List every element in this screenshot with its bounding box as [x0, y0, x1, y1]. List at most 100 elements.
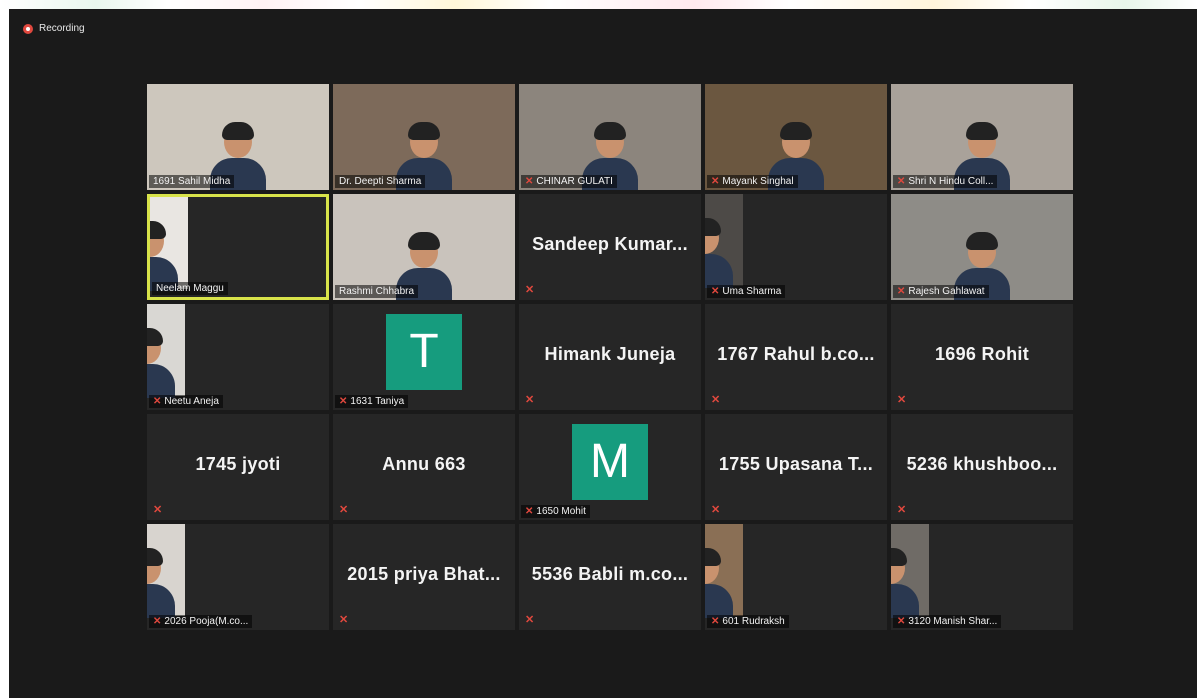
participant-name: Neetu Aneja [164, 396, 219, 407]
participant-name-tag: Neelam Maggu [152, 282, 228, 295]
person-silhouette [705, 216, 737, 288]
person-silhouette [147, 546, 179, 618]
record-icon [23, 23, 33, 34]
participant-name: Annu 663 [382, 454, 466, 474]
mic-muted-icon: ✕ [525, 176, 534, 187]
participant-name-tag: Rashmi Chhabra [335, 285, 419, 298]
mic-muted-icon: ✕ [711, 286, 720, 297]
participant-tile[interactable]: Rashmi Chhabra [333, 194, 515, 300]
participant-name-tag: ✕ Rajesh Gahlawat [893, 285, 989, 298]
participant-name: 1755 Upasana T... [718, 454, 874, 474]
participant-tile[interactable]: T ✕ 1631 Taniya [333, 304, 515, 410]
participant-name: 1745 jyoti [195, 454, 281, 474]
mic-muted-icon: ✕ [525, 284, 535, 296]
participant-name: Sandeep Kumar... [532, 234, 688, 254]
participant-name: Himank Juneja [544, 344, 676, 364]
participant-name-tag: ✕ 3120 Manish Shar... [893, 615, 1002, 628]
participant-name: CHINAR GULATI [536, 176, 613, 187]
participant-tile[interactable]: 1755 Upasana T... ✕ [705, 414, 887, 520]
person-silhouette [891, 546, 923, 618]
participant-tile[interactable]: Sandeep Kumar... ✕ [519, 194, 701, 300]
participant-tile[interactable]: ✕ 3120 Manish Shar... [891, 524, 1073, 630]
mic-muted-icon: ✕ [525, 394, 535, 406]
participant-name: Mayank Singhal [722, 176, 794, 187]
participant-tile[interactable]: 1691 Sahil Midha [147, 84, 329, 190]
mic-muted-icon: ✕ [711, 504, 721, 516]
participant-video [705, 524, 743, 618]
participant-tile[interactable]: Annu 663 ✕ [333, 414, 515, 520]
participant-tile[interactable]: M ✕ 1650 Mohit [519, 414, 701, 520]
participant-tile[interactable]: 2015 priya Bhat... ✕ [333, 524, 515, 630]
participant-name-tag: ✕ 1650 Mohit [521, 505, 590, 518]
participant-name-tag: ✕ 601 Rudraksh [707, 615, 789, 628]
mic-muted-icon: ✕ [153, 616, 162, 627]
participant-tile[interactable]: 1745 jyoti ✕ [147, 414, 329, 520]
participant-name: Neelam Maggu [156, 283, 224, 294]
mic-muted-icon: ✕ [897, 504, 907, 516]
mic-muted-icon: ✕ [525, 506, 534, 517]
mic-muted-icon: ✕ [897, 176, 906, 187]
mic-muted-icon: ✕ [339, 504, 349, 516]
recording-label: Recording [39, 23, 85, 34]
participant-tile[interactable]: ✕ 2026 Pooja(M.co... [147, 524, 329, 630]
participant-name-tag: ✕ Shri N Hindu Coll... [893, 175, 998, 188]
participant-tile[interactable]: 5236 khushboo... ✕ [891, 414, 1073, 520]
person-silhouette [147, 326, 179, 398]
mic-muted-icon: ✕ [153, 396, 162, 407]
mic-muted-icon: ✕ [711, 394, 721, 406]
participant-name: 5536 Babli m.co... [531, 564, 689, 584]
participant-name-tag: ✕ 2026 Pooja(M.co... [149, 615, 253, 628]
mic-muted-icon: ✕ [339, 614, 349, 626]
participant-name-tag: ✕ Mayank Singhal [707, 175, 798, 188]
mic-muted-icon: ✕ [897, 286, 906, 297]
participant-name: Shri N Hindu Coll... [908, 176, 994, 187]
recording-indicator[interactable]: Recording [23, 23, 85, 34]
participant-name: 1691 Sahil Midha [153, 176, 231, 187]
participant-name: 1767 Rahul b.co... [717, 344, 875, 364]
participant-tile[interactable]: ✕ Rajesh Gahlawat [891, 194, 1073, 300]
mic-muted-icon: ✕ [711, 616, 720, 627]
participant-grid: 1691 Sahil Midha Dr. Deepti Sharma ✕ CHINAR… [147, 84, 1073, 630]
mic-muted-icon: ✕ [711, 176, 720, 187]
mic-muted-icon: ✕ [897, 616, 906, 627]
participant-name: 1650 Mohit [536, 506, 586, 517]
participant-name: 601 Rudraksh [722, 616, 785, 627]
participant-tile[interactable]: Himank Juneja ✕ [519, 304, 701, 410]
mic-muted-icon: ✕ [897, 394, 907, 406]
participant-name: 3120 Manish Shar... [908, 616, 998, 627]
participant-tile[interactable]: 1696 Rohit ✕ [891, 304, 1073, 410]
participant-tile[interactable]: ✕ 601 Rudraksh [705, 524, 887, 630]
participant-tile[interactable]: ✕ Mayank Singhal [705, 84, 887, 190]
person-silhouette [150, 219, 182, 291]
participant-name: Uma Sharma [722, 286, 782, 297]
participant-name: Dr. Deepti Sharma [339, 176, 422, 187]
participant-name: 5236 khushboo... [906, 454, 1058, 474]
participant-video [150, 197, 188, 291]
participant-video [705, 194, 743, 288]
participant-tile[interactable]: 1767 Rahul b.co... ✕ [705, 304, 887, 410]
participant-name-tag: 1691 Sahil Midha [149, 175, 235, 188]
participant-name-tag: ✕ Uma Sharma [707, 285, 786, 298]
participant-tile[interactable]: ✕ CHINAR GULATI [519, 84, 701, 190]
meeting-window: Recording 1691 Sahil Midha Dr. Deepti Sha… [9, 9, 1197, 698]
participant-tile[interactable]: 5536 Babli m.co... ✕ [519, 524, 701, 630]
participant-tile[interactable]: ✕ Shri N Hindu Coll... [891, 84, 1073, 190]
avatar-letter: M [572, 424, 648, 500]
participant-tile[interactable]: Neelam Maggu [147, 194, 329, 300]
participant-name: Rajesh Gahlawat [908, 286, 985, 297]
participant-name-tag: Dr. Deepti Sharma [335, 175, 426, 188]
mic-muted-icon: ✕ [339, 396, 348, 407]
avatar-letter: T [386, 314, 462, 390]
participant-tile[interactable]: ✕ Neetu Aneja [147, 304, 329, 410]
participant-video [147, 524, 185, 618]
participant-name-tag: ✕ CHINAR GULATI [521, 175, 617, 188]
person-silhouette [705, 546, 737, 618]
participant-name-tag: ✕ Neetu Aneja [149, 395, 223, 408]
participant-tile[interactable]: Dr. Deepti Sharma [333, 84, 515, 190]
participant-video [147, 304, 185, 398]
mic-muted-icon: ✕ [525, 614, 535, 626]
participant-name-tag: ✕ 1631 Taniya [335, 395, 409, 408]
participant-video [891, 524, 929, 618]
top-strip [0, 0, 1197, 9]
participant-tile[interactable]: ✕ Uma Sharma [705, 194, 887, 300]
